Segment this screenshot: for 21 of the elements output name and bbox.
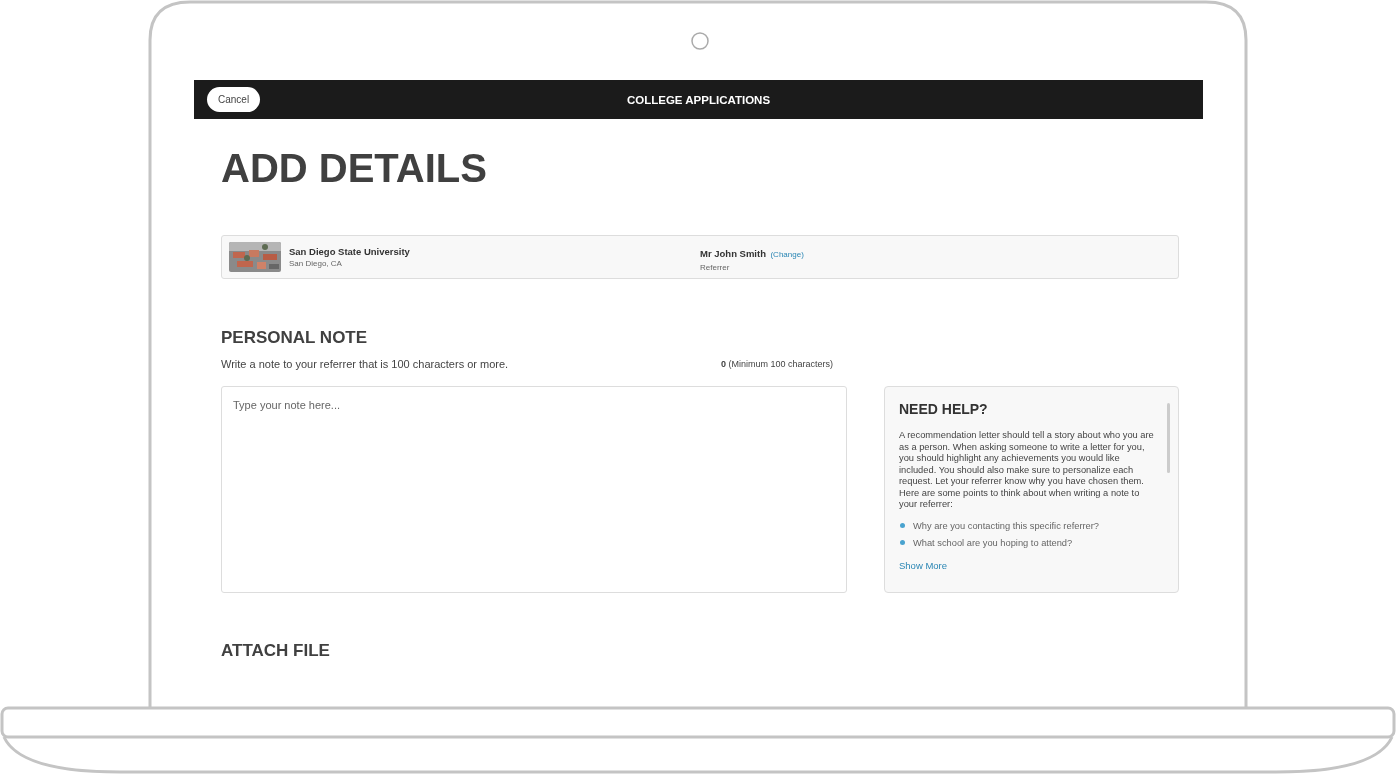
referrer-role: Referrer bbox=[700, 262, 731, 272]
bullet-icon bbox=[900, 540, 905, 545]
note-field[interactable]: Type your note here... bbox=[221, 386, 847, 593]
note-instructions: Write a note to your referrer that is 100 characters or more. bbox=[221, 358, 510, 370]
cancel-button[interactable]: Cancel bbox=[207, 87, 261, 112]
help-text: A recommendation letter should tell a story about who you are as a person. When asking someone to write a letter for you, you should highlight any achievements you would like included. You should also make sure to personalize each request. Let your referrer know why you have chosen them. Here are some points to think about when writing a note to your referrer: bbox=[899, 430, 1155, 511]
school-location: San Diego, CA bbox=[289, 259, 343, 268]
show-more-link[interactable]: Show More bbox=[899, 559, 948, 571]
school-name: San Diego State University bbox=[289, 246, 411, 257]
help-title: NEED HELP? bbox=[899, 401, 989, 417]
bullet-icon bbox=[900, 523, 905, 528]
page-title: COLLEGE APPLICATIONS bbox=[626, 93, 771, 106]
help-point: What school are you hoping to attend? bbox=[913, 537, 1073, 548]
section-heading: ATTACH FILE bbox=[221, 641, 331, 661]
help-point: Why are you contacting this specific referrer? bbox=[913, 520, 1099, 531]
section-heading: PERSONAL NOTE bbox=[221, 328, 369, 348]
page-heading: ADD DETAILS bbox=[221, 145, 488, 191]
referrer-name: Mr John Smith bbox=[700, 247, 766, 259]
change-link[interactable]: (Change) bbox=[770, 249, 804, 259]
character-counter: 0 (Minimum 100 characters) bbox=[721, 359, 834, 369]
scrollbar[interactable] bbox=[1167, 403, 1170, 473]
